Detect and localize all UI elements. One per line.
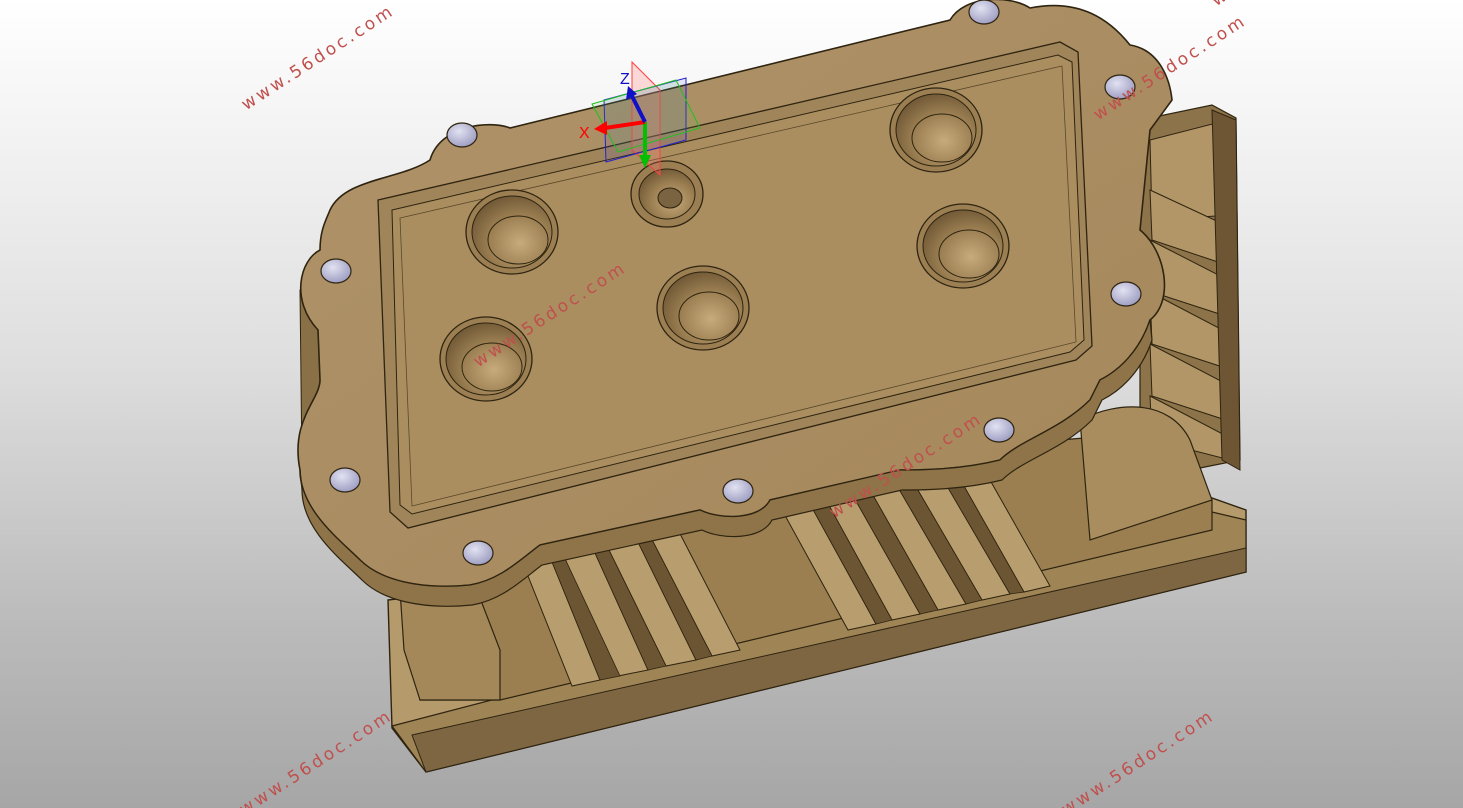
- bolt-head: [462, 540, 494, 566]
- small-counterbore-hole: [630, 160, 704, 228]
- bolt-head: [320, 258, 352, 284]
- cad-graphics-viewport[interactable]: X Z www.56doc.com www.56doc.com www.56do…: [0, 0, 1463, 808]
- housing-3d-model[interactable]: [0, 0, 1463, 808]
- counterbore-hole: [656, 265, 750, 351]
- z-axis-label: Z: [620, 71, 630, 88]
- counterbore-hole: [916, 203, 1010, 289]
- bolt-head: [329, 467, 361, 493]
- bolt-head: [983, 417, 1015, 443]
- x-axis-label: X: [579, 125, 590, 142]
- counterbore-hole: [889, 87, 983, 173]
- bolt-head: [722, 478, 754, 504]
- bolt-head: [1110, 281, 1142, 307]
- bolt-head: [446, 122, 478, 148]
- counterbore-hole: [465, 189, 559, 275]
- bolt-head: [968, 0, 1000, 25]
- bolt-head: [1104, 74, 1136, 100]
- counterbore-hole: [439, 316, 533, 402]
